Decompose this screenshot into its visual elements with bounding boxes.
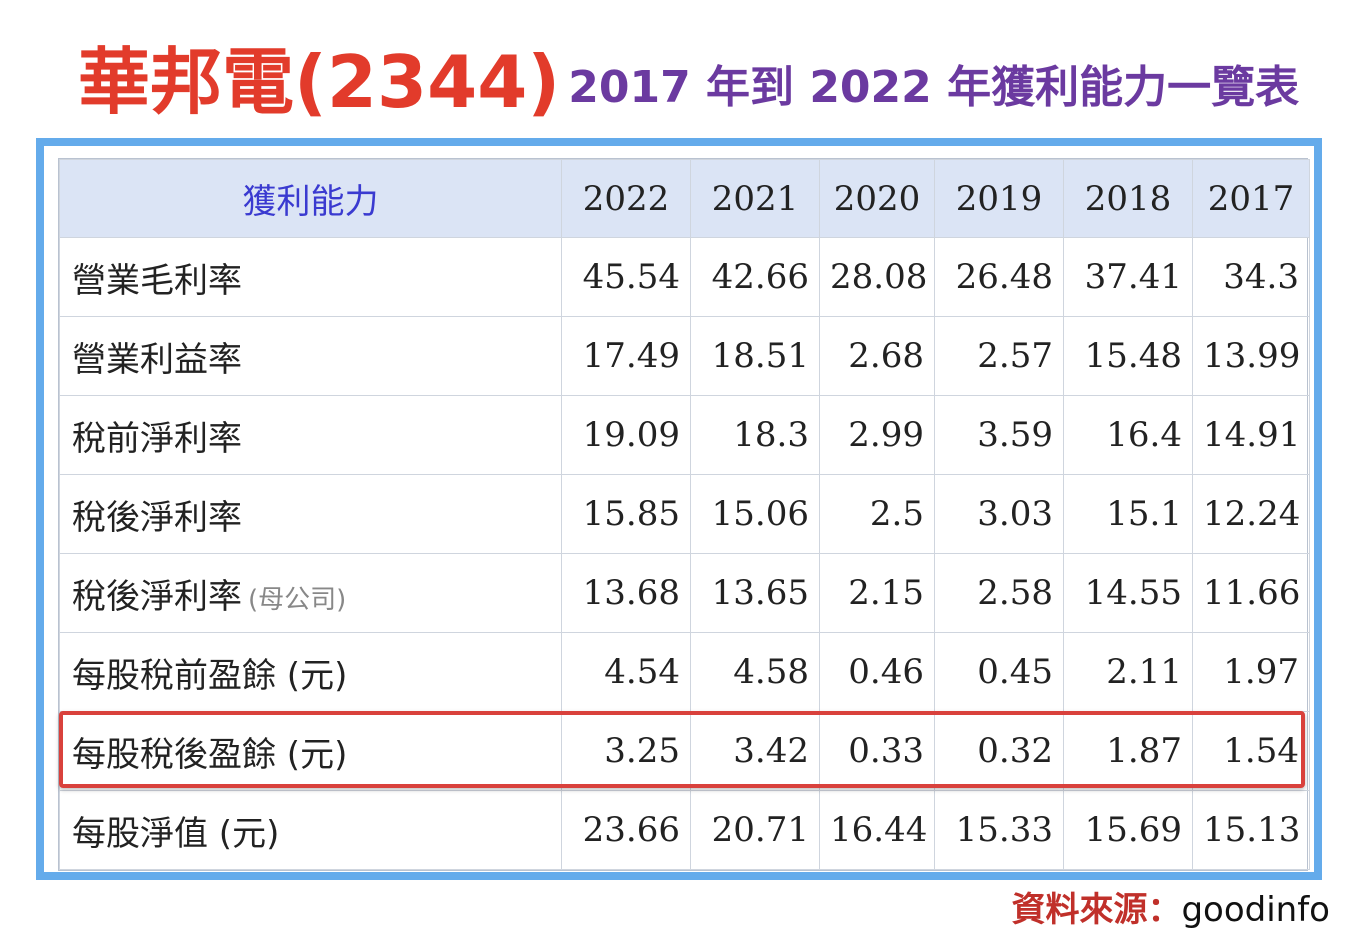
row-label: 營業毛利率 (59, 237, 562, 317)
table-row: 營業毛利率 45.54 42.66 28.08 26.48 37.41 34.3 (59, 237, 1310, 317)
table-cell: 2.15 (819, 553, 935, 633)
table-cell: 0.33 (819, 711, 935, 791)
table-cell: 4.54 (561, 632, 691, 712)
table-cell: 2.68 (819, 316, 935, 396)
header-year: 2020 (819, 159, 935, 238)
header-year: 2018 (1063, 159, 1193, 238)
table-cell: 2.5 (819, 474, 935, 554)
table-frame: 獲利能力 2022 2021 2020 2019 2018 2017 營業毛利率… (36, 138, 1322, 880)
table-cell: 14.91 (1192, 395, 1310, 475)
table-cell: 15.85 (561, 474, 691, 554)
profitability-table-container: 獲利能力 2022 2021 2020 2019 2018 2017 營業毛利率… (58, 158, 1310, 871)
header-year: 2022 (561, 159, 691, 238)
row-label: 每股淨值 (元) (59, 790, 562, 870)
table-cell: 3.42 (690, 711, 820, 791)
table-cell: 15.69 (1063, 790, 1193, 870)
table-cell: 12.24 (1192, 474, 1310, 554)
table-cell: 2.57 (934, 316, 1064, 396)
table-cell: 15.1 (1063, 474, 1193, 554)
table-row: 每股稅前盈餘 (元) 4.54 4.58 0.46 0.45 2.11 1.97 (59, 632, 1310, 712)
header-year: 2021 (690, 159, 820, 238)
table-cell: 3.59 (934, 395, 1064, 475)
source-label: 資料來源： (1011, 890, 1182, 930)
row-label: 營業利益率 (59, 316, 562, 396)
table-row: 稅後淨利率 (母公司) 13.68 13.65 2.15 2.58 14.55 1… (59, 553, 1310, 633)
row-label-text: 稅後淨利率 (72, 576, 242, 617)
table-cell: 16.4 (1063, 395, 1193, 475)
table-cell: 11.66 (1192, 553, 1310, 633)
row-label-text: 營業毛利率 (72, 260, 242, 301)
table-cell: 2.11 (1063, 632, 1193, 712)
table-header-row: 獲利能力 2022 2021 2020 2019 2018 2017 (59, 159, 1310, 238)
table-cell: 2.58 (934, 553, 1064, 633)
table-cell: 15.13 (1192, 790, 1310, 870)
table-row: 稅後淨利率 15.85 15.06 2.5 3.03 15.1 12.24 (59, 474, 1310, 554)
table-cell: 19.09 (561, 395, 691, 475)
table-cell: 26.48 (934, 237, 1064, 317)
table-row-highlighted: 每股稅後盈餘 (元) 3.25 3.42 0.33 0.32 1.87 1.54 (59, 711, 1310, 791)
table-cell: 4.58 (690, 632, 820, 712)
row-label: 每股稅後盈餘 (元) (59, 711, 562, 791)
table-row: 每股淨值 (元) 23.66 20.71 16.44 15.33 15.69 1… (59, 790, 1310, 870)
table-cell: 14.55 (1063, 553, 1193, 633)
table-cell: 15.33 (934, 790, 1064, 870)
header-year: 2017 (1192, 159, 1310, 238)
table-cell: 15.06 (690, 474, 820, 554)
table-row: 稅前淨利率 19.09 18.3 2.99 3.59 16.4 14.91 (59, 395, 1310, 475)
table-cell: 45.54 (561, 237, 691, 317)
company-title: 華邦電(2344) (78, 40, 561, 124)
table-cell: 16.44 (819, 790, 935, 870)
table-cell: 1.97 (1192, 632, 1310, 712)
table-cell: 1.54 (1192, 711, 1310, 791)
row-label: 稅後淨利率 (母公司) (59, 553, 562, 633)
table-cell: 0.45 (934, 632, 1064, 712)
row-label-text: 每股稅前盈餘 (元) (72, 655, 348, 696)
table-cell: 3.03 (934, 474, 1064, 554)
table-cell: 0.32 (934, 711, 1064, 791)
table-cell: 3.25 (561, 711, 691, 791)
row-label-note: (母公司) (248, 584, 347, 615)
source-credit: 資料來源：goodinfo (1011, 886, 1330, 934)
table-cell: 34.3 (1192, 237, 1310, 317)
table-subtitle: 2017 年到 2022 年獲利能力一覽表 (568, 62, 1300, 113)
row-label-text: 營業利益率 (72, 339, 242, 380)
table-cell: 1.87 (1063, 711, 1193, 791)
row-label-text: 稅後淨利率 (72, 497, 242, 538)
table-cell: 13.65 (690, 553, 820, 633)
table-cell: 23.66 (561, 790, 691, 870)
row-label-text: 稅前淨利率 (72, 418, 242, 459)
row-label: 稅前淨利率 (59, 395, 562, 475)
table-row: 營業利益率 17.49 18.51 2.68 2.57 15.48 13.99 (59, 316, 1310, 396)
page-title: 華邦電(2344) 2017 年到 2022 年獲利能力一覽表 (78, 24, 1318, 124)
row-label-text: 每股淨值 (元) (72, 813, 280, 854)
table-cell: 28.08 (819, 237, 935, 317)
header-profitability: 獲利能力 (59, 159, 562, 238)
table-cell: 2.99 (819, 395, 935, 475)
row-label: 每股稅前盈餘 (元) (59, 632, 562, 712)
table-cell: 17.49 (561, 316, 691, 396)
table-cell: 18.3 (690, 395, 820, 475)
row-label-text: 每股稅後盈餘 (元) (72, 734, 348, 775)
profitability-table: 獲利能力 2022 2021 2020 2019 2018 2017 營業毛利率… (59, 159, 1310, 870)
header-year: 2019 (934, 159, 1064, 238)
table-cell: 15.48 (1063, 316, 1193, 396)
table-cell: 20.71 (690, 790, 820, 870)
table-cell: 13.99 (1192, 316, 1310, 396)
row-label: 稅後淨利率 (59, 474, 562, 554)
table-cell: 37.41 (1063, 237, 1193, 317)
table-cell: 0.46 (819, 632, 935, 712)
table-cell: 18.51 (690, 316, 820, 396)
table-cell: 42.66 (690, 237, 820, 317)
table-cell: 13.68 (561, 553, 691, 633)
source-value: goodinfo (1181, 890, 1330, 930)
